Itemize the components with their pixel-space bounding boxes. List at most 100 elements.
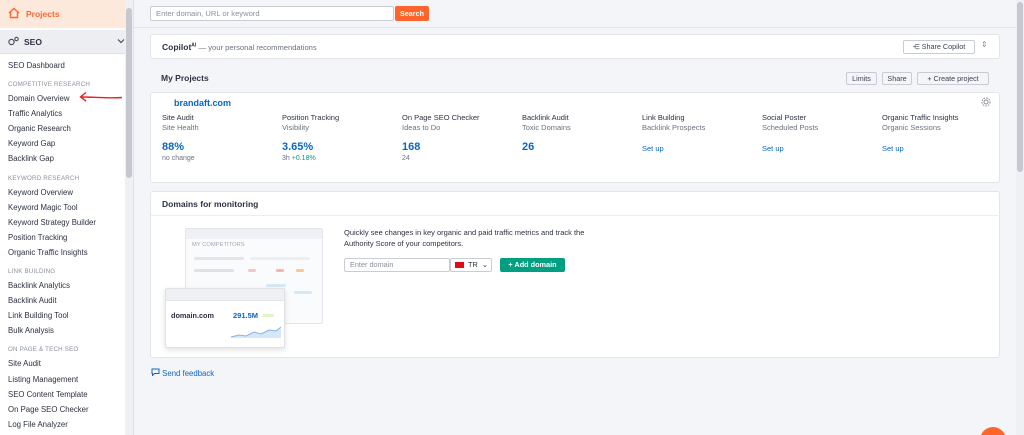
tool-organic-traffic-insights[interactable]: Organic Traffic Insights Organic Sessions…	[882, 113, 998, 153]
country-select[interactable]: TR ⌄	[450, 258, 492, 272]
monitoring-description: Quickly see changes in key organic and p…	[344, 227, 644, 249]
search-input[interactable]: Enter domain, URL or keyword	[150, 6, 394, 21]
tool-subtitle: Scheduled Posts	[762, 123, 819, 132]
tool-position-tracking[interactable]: Position Tracking Visibility 3.65% 3h +0.18…	[282, 113, 398, 164]
sidebar-nav: SEO Dashboard COMPETITIVE RESEARCH Domain …	[0, 54, 133, 432]
project-card: brandaft.com Site Audit Site Health 88% no …	[150, 92, 1000, 183]
tool-value[interactable]: 88%	[162, 140, 278, 154]
monitoring-description-line-1: Quickly see changes in key organic and p…	[344, 228, 585, 237]
tool-link-building[interactable]: Link Building Backlink Prospects Set up	[642, 113, 758, 153]
sidebar-item-on-page-seo-checker[interactable]: On Page SEO Checker	[0, 402, 133, 417]
sidebar-item-link-building-tool[interactable]: Link Building Tool	[0, 308, 133, 323]
sidebar-item-site-audit[interactable]: Site Audit	[0, 356, 133, 371]
tool-subtitle: Backlink Prospects	[642, 123, 706, 132]
tool-subtitle: Toxic Domains	[522, 123, 571, 132]
tool-note-text: 24	[402, 155, 410, 162]
monitoring-card: Domains for monitoring MY COMPETITORS do…	[150, 191, 1001, 358]
sidebar: Projects SEO SEO Dashboard COMPETITIVE RE…	[0, 0, 134, 435]
tool-value[interactable]: 26	[522, 140, 638, 154]
add-domain-label: Add domain	[514, 260, 557, 269]
copilot-card: CopilotAI — your personal recommendation…	[150, 34, 1000, 59]
country-value: TR	[468, 260, 478, 269]
monitoring-domain-input[interactable]: Enter domain	[344, 258, 450, 272]
tool-value[interactable]: 3.65%	[282, 140, 398, 154]
top-bar: Enter domain, URL or keyword Search	[134, 0, 1016, 28]
project-domain-link[interactable]: brandaft.com	[174, 98, 231, 108]
sidebar-item-organic-traffic-insights[interactable]: Organic Traffic Insights	[0, 245, 133, 260]
page-scrollbar[interactable]	[1016, 0, 1024, 435]
tool-backlink-audit[interactable]: Backlink Audit Toxic Domains 26	[522, 113, 638, 154]
chevron-down-icon: ⌄	[481, 260, 488, 269]
tool-note: 24	[402, 154, 518, 164]
help-chat-button[interactable]	[980, 427, 1006, 435]
tool-title: Link Building	[642, 113, 685, 122]
tool-title: On Page SEO Checker	[402, 113, 480, 122]
share-copilot-button[interactable]: ⋲ Share Copilot	[903, 40, 975, 54]
sidebar-section-link-building: LINK BUILDING	[8, 268, 56, 276]
sidebar-item-keyword-magic-tool[interactable]: Keyword Magic Tool	[0, 200, 133, 215]
sidebar-item-organic-research[interactable]: Organic Research	[0, 121, 133, 136]
illustration-caption: MY COMPETITORS	[192, 242, 245, 248]
tool-subtitle: Organic Sessions	[882, 123, 941, 132]
tool-setup-link[interactable]: Set up	[882, 144, 998, 153]
home-icon	[8, 7, 20, 21]
copilot-title: Copilot	[162, 42, 192, 52]
plus-icon: +	[927, 74, 932, 83]
tool-delta: +0.18%	[291, 155, 316, 162]
sidebar-item-bulk-analysis[interactable]: Bulk Analysis	[0, 323, 133, 338]
share-button[interactable]: Share	[882, 72, 912, 85]
seo-icon	[8, 36, 20, 48]
tool-social-poster[interactable]: Social Poster Scheduled Posts Set up	[762, 113, 878, 153]
send-feedback-link[interactable]: Send feedback	[151, 368, 214, 378]
sidebar-projects[interactable]: Projects	[0, 0, 133, 28]
sidebar-item-log-file-analyzer[interactable]: Log File Analyzer	[0, 417, 133, 432]
turkey-flag-icon	[455, 262, 464, 268]
add-domain-button[interactable]: + Add domain	[500, 258, 565, 272]
search-button[interactable]: Search	[395, 6, 429, 21]
sidebar-item-backlink-audit[interactable]: Backlink Audit	[0, 293, 133, 308]
monitoring-title: Domains for monitoring	[162, 199, 259, 209]
share-copilot-label: Share Copilot	[921, 42, 966, 51]
tool-on-page-seo-checker[interactable]: On Page SEO Checker Ideas to Do 168 24	[402, 113, 518, 164]
plus-icon: +	[508, 260, 513, 269]
gear-icon[interactable]	[981, 97, 991, 109]
sidebar-item-backlink-gap[interactable]: Backlink Gap	[0, 151, 133, 166]
seo-label: SEO	[24, 36, 42, 47]
sidebar-seo-toggle[interactable]: SEO	[0, 30, 133, 54]
monitoring-description-line-2: Authority Score of your competitors.	[344, 239, 464, 248]
tool-setup-link[interactable]: Set up	[642, 144, 758, 153]
tool-value[interactable]: 168	[402, 140, 518, 154]
chevron-down-icon	[117, 37, 125, 46]
sidebar-item-backlink-analytics[interactable]: Backlink Analytics	[0, 278, 133, 293]
sidebar-item-keyword-gap[interactable]: Keyword Gap	[0, 136, 133, 151]
tool-note-text: no change	[162, 155, 195, 162]
copilot-ai-superscript: AI	[191, 42, 197, 49]
sidebar-item-keyword-strategy-builder[interactable]: Keyword Strategy Builder	[0, 215, 133, 230]
tool-site-audit[interactable]: Site Audit Site Health 88% no change	[162, 113, 278, 164]
sidebar-section-on-page-tech-seo: ON PAGE & TECH SEO	[8, 346, 79, 354]
my-projects-title: My Projects	[161, 73, 209, 83]
sidebar-item-traffic-analytics[interactable]: Traffic Analytics	[0, 106, 133, 121]
sidebar-scrollbar[interactable]	[125, 0, 133, 435]
limits-button[interactable]: Limits	[846, 72, 877, 85]
create-project-button[interactable]: + Create project	[917, 72, 989, 85]
example-value: 291.5M	[233, 311, 259, 320]
sidebar-item-keyword-overview[interactable]: Keyword Overview	[0, 185, 133, 200]
tool-subtitle: Ideas to Do	[402, 123, 441, 132]
sparkline-icon	[230, 326, 282, 338]
tool-subtitle: Site Health	[162, 123, 199, 132]
sidebar-item-position-tracking[interactable]: Position Tracking	[0, 230, 133, 245]
tool-title: Site Audit	[162, 113, 194, 122]
sidebar-item-seo-content-template[interactable]: SEO Content Template	[0, 387, 133, 402]
example-domain-card: domain.com 291.5M	[165, 288, 285, 348]
red-arrow-annotation	[79, 91, 123, 102]
sidebar-item-listing-management[interactable]: Listing Management	[0, 372, 133, 387]
expand-icon[interactable]: ⇕	[981, 40, 988, 49]
sidebar-item-seo-dashboard[interactable]: SEO Dashboard	[0, 58, 133, 73]
tool-title: Organic Traffic Insights	[882, 113, 959, 122]
copilot-subtitle: — your personal recommendations	[198, 43, 317, 52]
tool-title: Position Tracking	[282, 113, 340, 122]
example-domain: domain.com	[171, 311, 214, 320]
send-feedback-label: Send feedback	[162, 369, 215, 378]
tool-setup-link[interactable]: Set up	[762, 144, 878, 153]
